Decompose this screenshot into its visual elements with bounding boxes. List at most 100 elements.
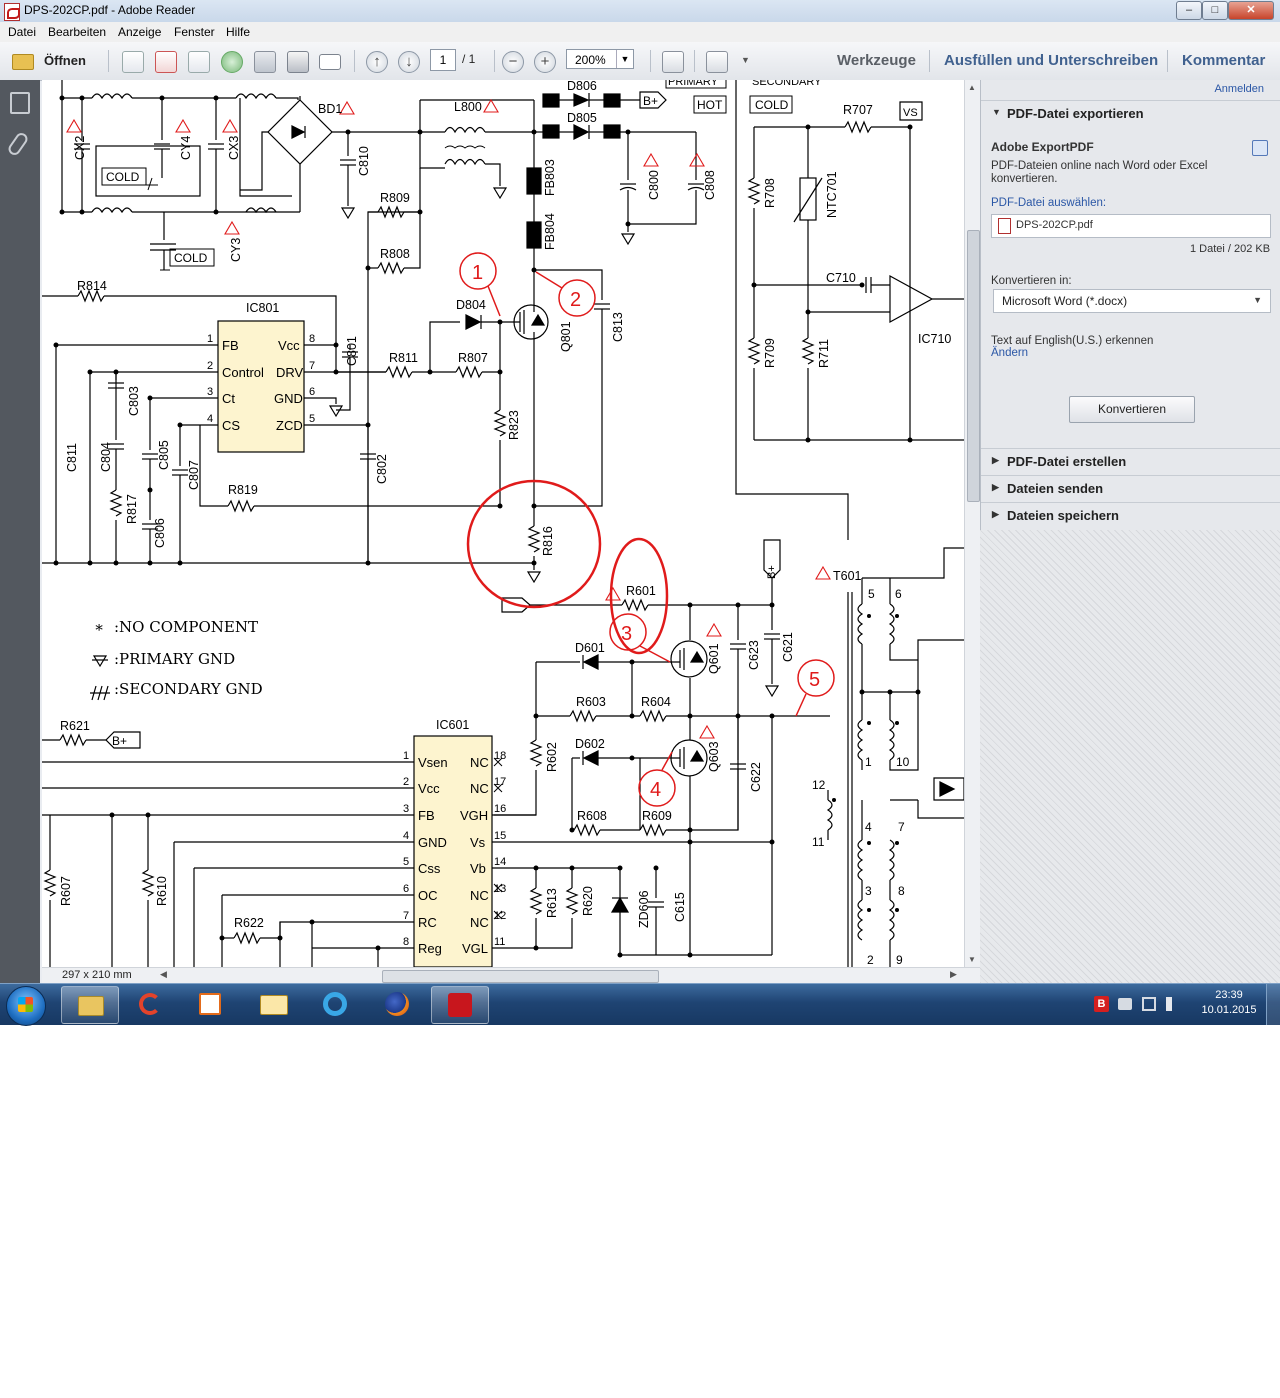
selected-file[interactable]: DPS-202CP.pdf [991, 214, 1271, 238]
horizontal-scroll-thumb[interactable] [382, 970, 659, 983]
svg-text:Css: Css [418, 861, 441, 876]
svg-text:3: 3 [865, 884, 872, 898]
show-desktop-button[interactable] [1266, 984, 1280, 1025]
svg-text:4: 4 [403, 830, 409, 842]
tab-werkzeuge[interactable]: Werkzeuge [837, 52, 916, 69]
svg-text::NO COMPONENT: :NO COMPONENT [114, 618, 258, 636]
svg-text:C622: C622 [749, 762, 763, 792]
taskbar-explorer[interactable] [61, 986, 119, 1024]
section-save-label: Dateien speichern [1007, 508, 1119, 523]
section-export-pdf[interactable]: ▼ PDF-Datei exportieren [981, 100, 1280, 127]
sign-icon[interactable] [188, 51, 210, 73]
tab-kommentar[interactable]: Kommentar [1182, 52, 1265, 69]
svg-text:17: 17 [494, 776, 506, 788]
zoom-select[interactable]: 200% ▼ [566, 49, 634, 69]
folder-icon [78, 996, 104, 1016]
maximize-button[interactable]: □ [1202, 1, 1228, 20]
svg-text:C623: C623 [747, 640, 761, 670]
network-tray-icon[interactable] [1142, 997, 1156, 1011]
zoom-in-button[interactable]: + [534, 51, 556, 73]
page-number-input[interactable]: 1 [430, 49, 456, 71]
fullscreen-icon[interactable] [706, 51, 728, 73]
previous-page-button[interactable]: ↑ [366, 51, 388, 73]
section-create-label: PDF-Datei erstellen [1007, 454, 1127, 469]
svg-text:6: 6 [403, 883, 409, 895]
menu-bar: Datei Bearbeiten Anzeige Fenster Hilfe [0, 22, 1280, 43]
volume-tray-icon[interactable] [1166, 997, 1178, 1011]
svg-text:2: 2 [867, 953, 874, 967]
menu-fenster[interactable]: Fenster [174, 25, 215, 39]
svg-text:R808: R808 [380, 247, 410, 261]
scroll-up-icon[interactable]: ▲ [968, 83, 976, 92]
section-create-pdf[interactable]: ▶ PDF-Datei erstellen [981, 448, 1280, 475]
pages-icon[interactable] [10, 92, 30, 114]
svg-text:5: 5 [809, 669, 820, 691]
taskbar-firefox[interactable] [369, 986, 425, 1022]
minimize-button[interactable]: – [1176, 1, 1202, 20]
taskbar-ccleaner[interactable] [123, 986, 179, 1022]
convert-format-select[interactable]: Microsoft Word (*.docx) ▼ [993, 289, 1271, 313]
ocr-text: Text auf English(U.S.) erkennen [991, 335, 1154, 347]
svg-text::PRIMARY GND: :PRIMARY GND [114, 650, 235, 668]
secondary-section [735, 80, 964, 540]
cloud-upload-icon[interactable] [221, 51, 243, 73]
email-icon[interactable] [319, 54, 341, 70]
toolbar-more-icon[interactable]: ▼ [741, 55, 750, 65]
scroll-thumb[interactable] [967, 230, 980, 502]
svg-text:5: 5 [868, 587, 875, 601]
close-button[interactable]: ✕ [1228, 1, 1274, 20]
printer-tray-icon[interactable] [1118, 998, 1132, 1010]
section-save-files[interactable]: ▶ Dateien speichern [981, 502, 1280, 529]
mail-icon [260, 995, 288, 1015]
taskbar-ie[interactable] [307, 986, 363, 1022]
svg-text:10: 10 [896, 755, 910, 769]
select-file-label: PDF-Datei auswählen: [991, 197, 1107, 209]
save-icon[interactable] [254, 51, 276, 73]
svg-text:R610: R610 [155, 876, 169, 906]
triangle-right-icon: ▶ [992, 482, 999, 492]
signin-link[interactable]: Anmelden [1214, 83, 1264, 95]
attachment-icon[interactable] [6, 130, 30, 158]
menu-hilfe[interactable]: Hilfe [226, 25, 250, 39]
convert-button[interactable]: Konvertieren [1069, 396, 1195, 423]
menu-bearbeiten[interactable]: Bearbeiten [48, 25, 106, 39]
svg-text:T601: T601 [833, 569, 862, 583]
svg-text:GND: GND [274, 391, 303, 406]
taskbar-mail[interactable] [245, 986, 301, 1022]
menu-anzeige[interactable]: Anzeige [118, 25, 161, 39]
tray-badge-icon[interactable]: B [1094, 996, 1109, 1012]
create-pdf-icon[interactable] [122, 51, 144, 73]
section-send-files[interactable]: ▶ Dateien senden [981, 475, 1280, 502]
svg-text:R809: R809 [380, 191, 410, 205]
ocr-change-link[interactable]: Ändern [991, 347, 1028, 359]
fit-page-icon[interactable] [662, 51, 684, 73]
svg-text:5: 5 [403, 856, 409, 868]
tab-ausfuellen[interactable]: Ausfüllen und Unterschreiben [944, 52, 1158, 69]
scroll-left-icon[interactable]: ◀ [160, 969, 167, 980]
menu-datei[interactable]: Datei [8, 25, 36, 39]
svg-text:CX2: CX2 [73, 136, 87, 160]
ic601 [42, 731, 775, 967]
vertical-scrollbar[interactable]: ▲ ▼ [964, 80, 981, 967]
start-button[interactable] [6, 986, 46, 1026]
svg-text:NC: NC [470, 781, 489, 796]
convert-pdf-icon[interactable] [155, 51, 177, 73]
svg-text:Q601: Q601 [707, 643, 721, 674]
open-button[interactable]: Öffnen [8, 50, 98, 72]
svg-text:FB: FB [222, 338, 239, 353]
svg-text:11: 11 [812, 835, 825, 849]
navigation-pane [0, 80, 40, 983]
scroll-right-icon[interactable]: ▶ [950, 969, 957, 980]
svg-text:NC: NC [470, 755, 489, 770]
svg-text:ZD606: ZD606 [637, 890, 651, 928]
document-view[interactable]: BD1 L800 D806 D805 B+ PRIMARY SECONDARY … [42, 80, 964, 967]
next-page-button[interactable]: ↓ [398, 51, 420, 73]
export-info-icon[interactable] [1252, 140, 1268, 156]
page-total: / 1 [462, 52, 476, 66]
scroll-down-icon[interactable]: ▼ [968, 955, 976, 964]
taskbar-clock[interactable]: 23:39 10.01.2015 [1199, 988, 1259, 1018]
print-icon[interactable] [287, 51, 309, 73]
taskbar-adobe-reader[interactable] [431, 986, 489, 1024]
taskbar-media[interactable] [183, 986, 239, 1022]
zoom-out-button[interactable]: − [502, 51, 524, 73]
